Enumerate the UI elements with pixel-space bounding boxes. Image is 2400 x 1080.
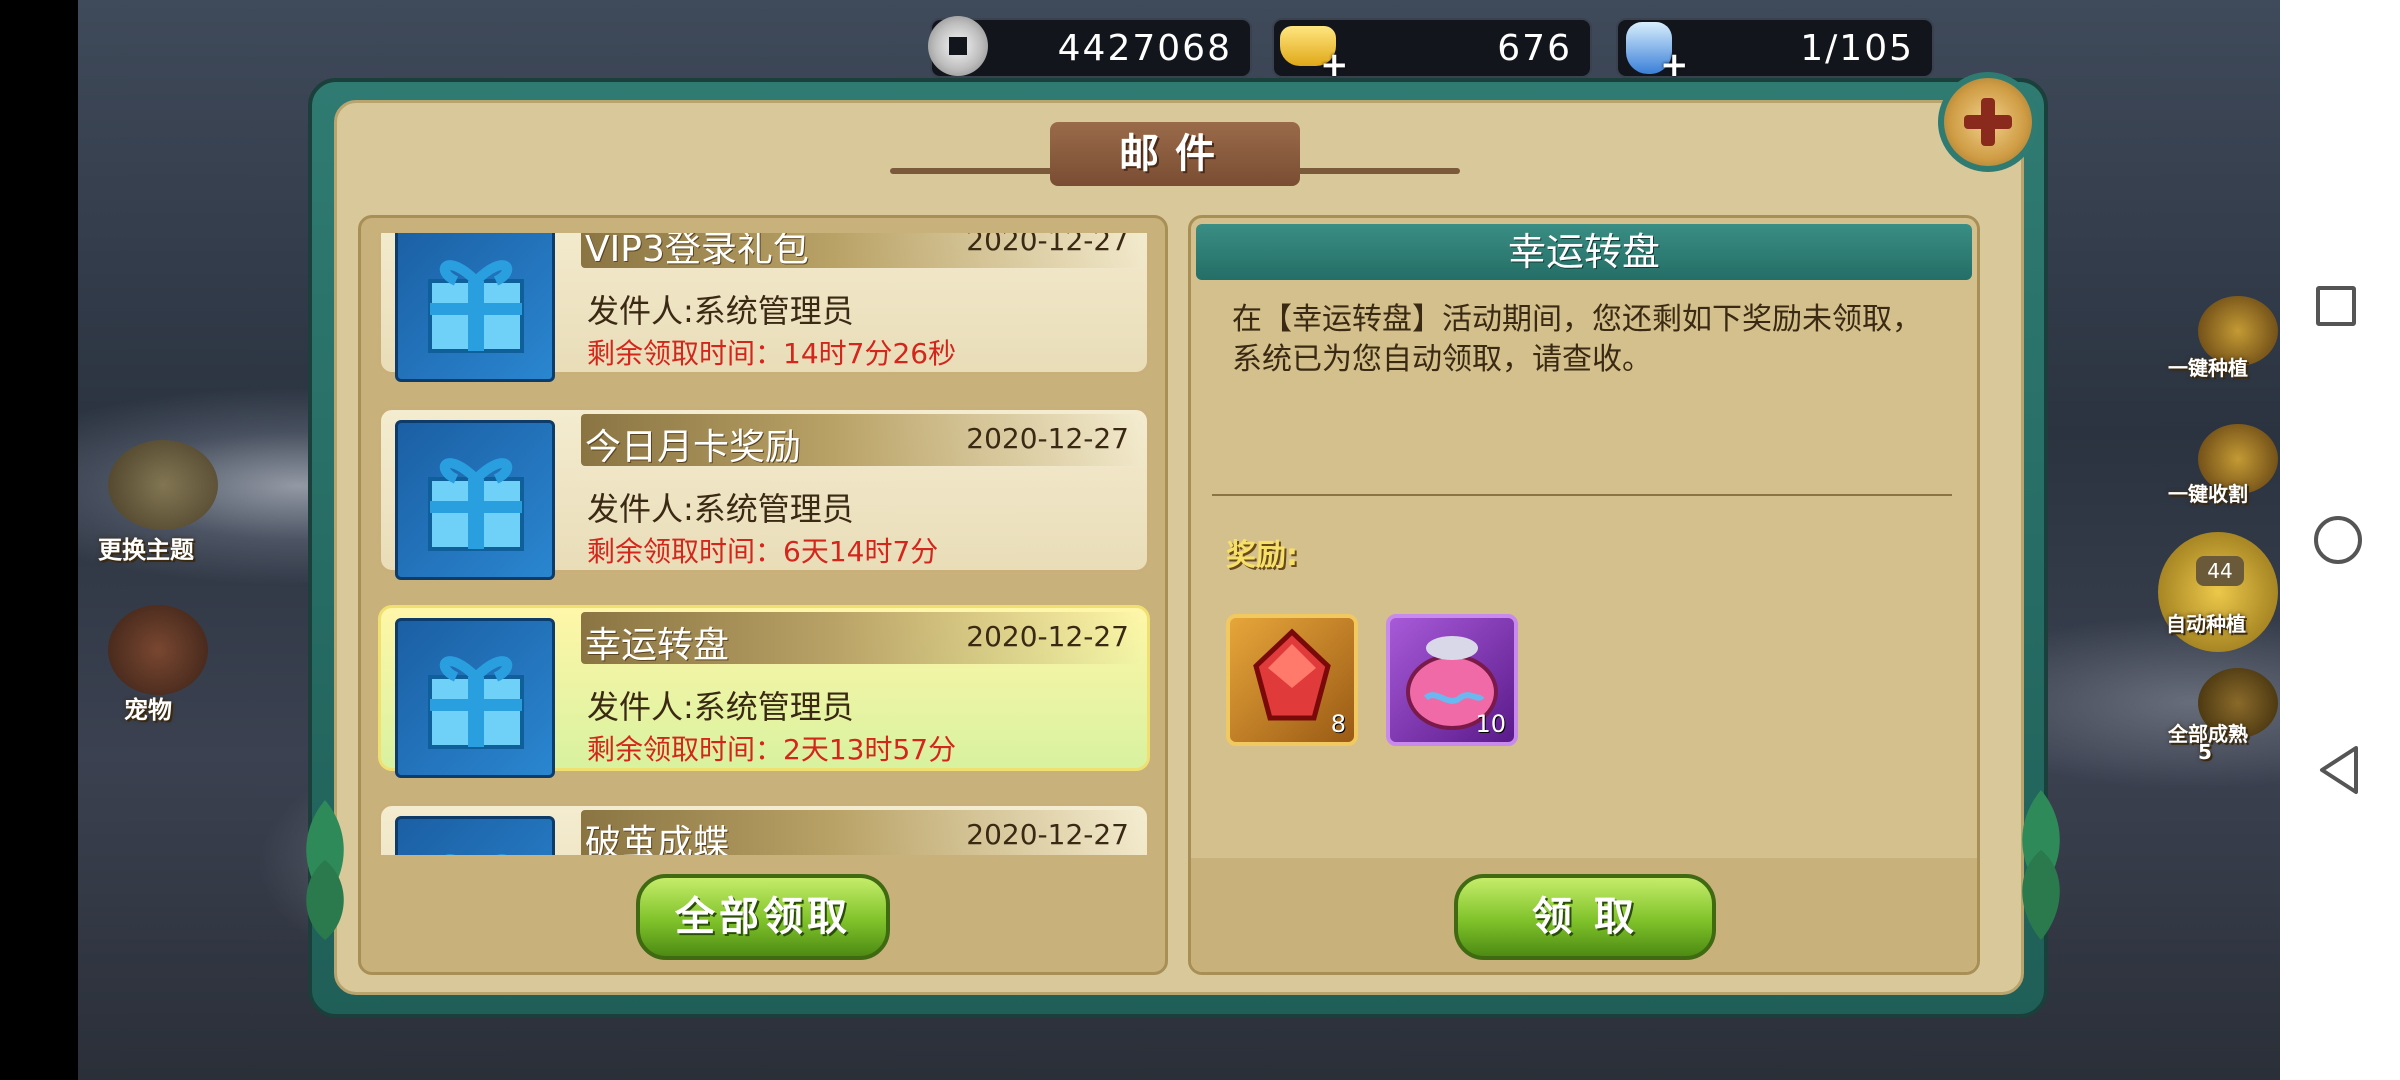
mail-remaining-time: 剩余领取时间：14时7分26秒 [587, 337, 957, 370]
title-decor-left [890, 168, 1060, 174]
close-button[interactable] [1938, 72, 2038, 172]
harvest-all-label[interactable]: 一键收割 [2168, 478, 2248, 507]
gold-value: 676 [1497, 28, 1572, 69]
leaf-decor-left-icon [306, 800, 344, 940]
claim-button[interactable]: 领 取 [1454, 874, 1716, 960]
mail-detail-title: 幸运转盘 [1196, 224, 1972, 280]
mail-title: 幸运转盘 [585, 625, 730, 666]
mail-date: 2020-12-27 [966, 233, 1129, 257]
mail-date: 2020-12-27 [966, 620, 1129, 653]
mail-remaining-time: 剩余领取时间：2天13时57分 [587, 733, 957, 766]
mail-sender: 发件人:系统管理员 [587, 490, 854, 528]
panel-title: 邮件 [1050, 122, 1300, 186]
coin-value: 4427068 [1057, 28, 1232, 69]
silver-coin-icon [928, 16, 988, 76]
mail-title: 破茧成蝶 [585, 823, 730, 855]
mail-list[interactable]: VIP3登录礼包 2020-12-27 发件人:系统管理员 剩余领取时间：14时… [372, 233, 1158, 855]
change-theme-label[interactable]: 更换主题 [98, 530, 194, 565]
stamina-counter: + 1/105 [1616, 18, 1934, 82]
add-gold-icon[interactable]: + [1320, 48, 1349, 82]
mail-item[interactable]: 破茧成蝶 2020-12-27 [378, 803, 1150, 855]
plant-all-label[interactable]: 一键种植 [2168, 352, 2248, 381]
mail-item-selected[interactable]: 幸运转盘 2020-12-27 发件人:系统管理员 剩余领取时间：2天13时57… [378, 605, 1150, 778]
back-icon[interactable] [2316, 744, 2360, 796]
mail-sender: 发件人:系统管理员 [587, 688, 854, 726]
mail-item[interactable]: VIP3登录礼包 2020-12-27 发件人:系统管理员 剩余领取时间：14时… [378, 233, 1150, 382]
add-stamina-icon[interactable]: + [1660, 48, 1689, 82]
gift-box-icon [395, 816, 555, 855]
mail-remaining-time: 剩余领取时间：6天14时7分 [587, 535, 939, 568]
reward-item[interactable]: 8 [1226, 614, 1358, 746]
gift-box-icon [395, 618, 555, 778]
pet-label[interactable]: 宠物 [124, 690, 172, 725]
stamina-value: 1/105 [1800, 28, 1914, 69]
gold-counter: + 676 [1272, 18, 1592, 82]
mail-sender: 发件人:系统管理员 [587, 292, 854, 330]
gift-box-icon [395, 233, 555, 382]
home-icon[interactable] [2314, 516, 2362, 564]
reward-label: 奖励: [1226, 538, 1298, 573]
divider [1212, 494, 1952, 496]
all-ripe-count: 5 [2198, 740, 2212, 764]
auto-plant-count: 44 [2196, 556, 2244, 586]
reward-item[interactable]: 10 [1386, 614, 1518, 746]
claim-all-button[interactable]: 全部领取 [636, 874, 890, 960]
pet-icon[interactable] [108, 605, 208, 695]
gift-box-icon [395, 420, 555, 580]
mail-title: VIP3登录礼包 [585, 233, 809, 270]
mail-date: 2020-12-27 [966, 818, 1129, 851]
coin-counter: 4427068 [928, 16, 1252, 78]
mail-date: 2020-12-27 [966, 422, 1129, 455]
mail-detail-body: 在【幸运转盘】活动期间，您还剩如下奖励未领取，系统已为您自动领取，请查收。 [1232, 302, 1922, 377]
mail-item[interactable]: 今日月卡奖励 2020-12-27 发件人:系统管理员 剩余领取时间：6天14时… [378, 407, 1150, 580]
leaf-decor-right-icon [2022, 790, 2060, 940]
recent-apps-icon[interactable] [2316, 286, 2356, 326]
title-decor-right [1290, 168, 1460, 174]
reward-quantity: 10 [1475, 710, 1506, 738]
auto-plant-label[interactable]: 自动种植 [2166, 608, 2246, 637]
house-icon[interactable] [108, 440, 218, 530]
reward-quantity: 8 [1330, 710, 1346, 738]
left-black-bar [0, 0, 78, 1080]
system-nav-bar [2280, 0, 2400, 1080]
mail-title: 今日月卡奖励 [585, 427, 802, 468]
